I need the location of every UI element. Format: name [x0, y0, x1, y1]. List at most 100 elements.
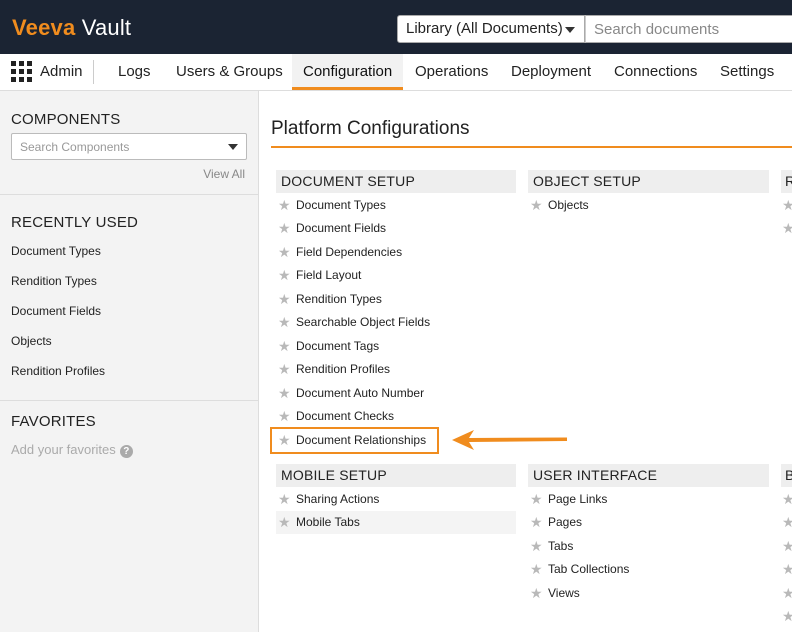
section-mobile-setup-heading: MOBILE SETUP [276, 464, 516, 487]
star-icon[interactable]: ★ [530, 492, 544, 506]
search-components-input[interactable] [11, 133, 247, 160]
config-item-sharing-actions[interactable]: ★ Sharing Actions [276, 488, 516, 511]
tab-operations[interactable]: Operations [415, 63, 488, 81]
config-item-document-auto-number[interactable]: ★ Document Auto Number [276, 382, 516, 405]
star-icon[interactable]: ★ [278, 362, 292, 376]
section-third-column-heading: B [781, 464, 792, 487]
logo-brand: Veeva [12, 15, 76, 40]
library-select[interactable]: Library (All Documents) [397, 15, 585, 43]
section-object-setup-heading: OBJECT SETUP [528, 170, 769, 193]
favorites-hint: Add your favorites? [11, 442, 133, 458]
divider [0, 194, 259, 195]
star-icon[interactable]: ★ [278, 221, 292, 235]
star-icon[interactable]: ★ [530, 586, 544, 600]
config-item-label: Objects [548, 198, 589, 212]
tab-logs[interactable]: Logs [118, 63, 151, 81]
star-icon[interactable]: ★ [782, 609, 792, 623]
components-sidebar: COMPONENTS View All RECENTLY USED Docume… [0, 91, 259, 632]
star-icon[interactable]: ★ [782, 539, 792, 553]
chevron-down-icon[interactable] [228, 144, 238, 150]
config-item-label: Document Types [296, 198, 386, 212]
star-icon[interactable]: ★ [278, 292, 292, 306]
star-icon[interactable]: ★ [278, 409, 292, 423]
components-heading: COMPONENTS [11, 111, 121, 128]
star-icon[interactable]: ★ [278, 386, 292, 400]
config-item-label: Mobile Tabs [296, 515, 360, 529]
recent-item-document-fields[interactable]: Document Fields [11, 304, 101, 319]
config-item-field-layout[interactable]: ★ Field Layout [276, 264, 516, 287]
config-item-label: Sharing Actions [296, 492, 380, 506]
config-item-pages[interactable]: ★ Pages [528, 511, 769, 534]
star-icon[interactable]: ★ [782, 198, 792, 212]
star-icon[interactable]: ★ [278, 492, 292, 506]
star-icon[interactable]: ★ [782, 221, 792, 235]
config-item-field-dependencies[interactable]: ★ Field Dependencies [276, 241, 516, 264]
config-item-label: Rendition Types [296, 292, 382, 306]
veeva-vault-logo[interactable]: Veeva Vault [12, 15, 131, 41]
arrow-left-icon [452, 430, 567, 450]
config-item-tab-collections[interactable]: ★ Tab Collections [528, 558, 769, 581]
config-item-document-fields[interactable]: ★ Document Fields [276, 217, 516, 240]
config-item-label: Tab Collections [548, 562, 630, 576]
config-item-label: Field Layout [296, 268, 362, 282]
title-underline [271, 146, 792, 148]
star-icon[interactable]: ★ [278, 515, 292, 529]
config-item-page-links[interactable]: ★ Page Links [528, 488, 769, 511]
view-all-link[interactable]: View All [203, 167, 245, 181]
config-item-label: Page Links [548, 492, 608, 506]
tab-users-groups[interactable]: Users & Groups [176, 63, 283, 81]
library-select-value: Library (All Documents) [406, 20, 563, 37]
config-item-views[interactable]: ★ Views [528, 582, 769, 605]
help-icon[interactable]: ? [119, 445, 133, 458]
config-item-label: Views [548, 586, 580, 600]
admin-label[interactable]: Admin [40, 63, 83, 81]
config-item-rendition-profiles[interactable]: ★ Rendition Profiles [276, 358, 516, 381]
config-item-searchable-object-fields[interactable]: ★ Searchable Object Fields [276, 311, 516, 334]
star-icon[interactable]: ★ [278, 339, 292, 353]
favorites-hint-text: Add your favorites [11, 442, 116, 457]
config-item-label: Pages [548, 515, 583, 529]
recent-item-rendition-types[interactable]: Rendition Types [11, 274, 97, 289]
star-icon[interactable]: ★ [782, 515, 792, 529]
section-document-setup-heading: DOCUMENT SETUP [276, 170, 516, 193]
config-item-label: Document Auto Number [296, 386, 425, 400]
config-item-document-types[interactable]: ★ Document Types [276, 194, 516, 217]
config-item-label: Tabs [548, 539, 574, 553]
star-icon[interactable]: ★ [530, 562, 544, 576]
search-documents-input[interactable] [585, 15, 792, 43]
tab-configuration[interactable]: Configuration [292, 54, 404, 90]
recent-item-objects[interactable]: Objects [11, 334, 52, 349]
config-item-objects[interactable]: ★ Objects [528, 194, 769, 217]
config-item-label: Searchable Object Fields [296, 315, 431, 329]
page-title: Platform Configurations [271, 118, 470, 139]
star-icon[interactable]: ★ [530, 539, 544, 553]
nav-divider [93, 60, 94, 84]
grid-icon[interactable] [11, 61, 32, 82]
top-bar: Veeva Vault Library (All Documents) [0, 0, 792, 54]
star-icon[interactable]: ★ [278, 315, 292, 329]
star-icon[interactable]: ★ [278, 245, 292, 259]
star-icon[interactable]: ★ [530, 198, 544, 212]
tab-settings[interactable]: Settings [720, 63, 774, 81]
config-item-mobile-tabs[interactable]: ★ Mobile Tabs [276, 511, 516, 534]
config-item-document-tags[interactable]: ★ Document Tags [276, 335, 516, 358]
recent-item-rendition-profiles[interactable]: Rendition Profiles [11, 364, 105, 379]
chevron-down-icon [565, 27, 575, 33]
tab-deployment[interactable]: Deployment [511, 63, 591, 81]
recently-used-heading: RECENTLY USED [11, 214, 139, 231]
section-third-column-heading: R [781, 170, 792, 193]
config-item-rendition-types[interactable]: ★ Rendition Types [276, 288, 516, 311]
config-item-tabs[interactable]: ★ Tabs [528, 535, 769, 558]
star-icon[interactable]: ★ [782, 586, 792, 600]
star-icon[interactable]: ★ [782, 492, 792, 506]
favorites-heading: FAVORITES [11, 413, 96, 430]
star-icon[interactable]: ★ [278, 198, 292, 212]
config-item-document-checks[interactable]: ★ Document Checks [276, 405, 516, 428]
config-item-label: Rendition Profiles [296, 362, 391, 376]
tab-connections[interactable]: Connections [614, 63, 697, 81]
config-item-label: Document Fields [296, 221, 387, 235]
star-icon[interactable]: ★ [782, 562, 792, 576]
star-icon[interactable]: ★ [530, 515, 544, 529]
star-icon[interactable]: ★ [278, 268, 292, 282]
recent-item-document-types[interactable]: Document Types [11, 244, 101, 259]
